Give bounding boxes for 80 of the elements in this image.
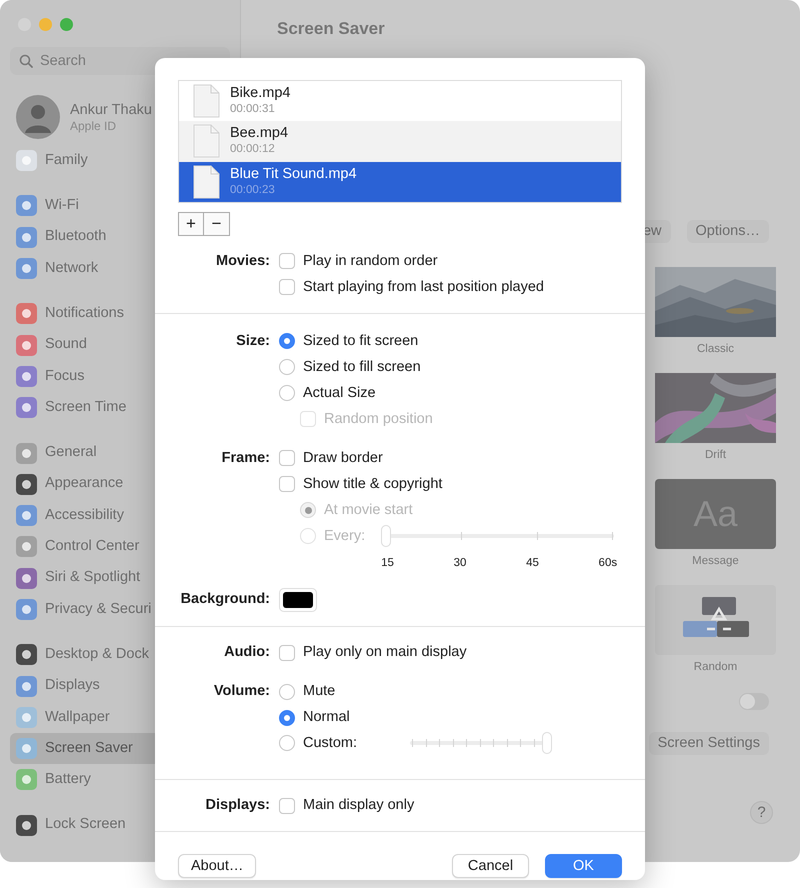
preview-label: Drift [704, 448, 728, 463]
option-label: Start playing from last position played [303, 278, 544, 297]
option-label: Sized to fill screen [303, 358, 421, 377]
file-name: Bike.mp4 [230, 85, 290, 102]
add-button[interactable]: + [178, 212, 204, 236]
toolbar-button[interactable]: Options… [686, 220, 769, 243]
field-label: Frame: [220, 448, 270, 468]
option-label: Actual Size [303, 384, 376, 403]
file-row[interactable]: Bike.mp4 00:00:31 [179, 81, 621, 122]
file-row[interactable]: Blue Tit Sound.mp4 00:00:23 [179, 162, 621, 202]
sidebar-item[interactable]: Focus [10, 360, 230, 392]
option-label: Draw border [303, 448, 383, 468]
dialog-button[interactable]: About… [178, 854, 256, 878]
option-label: Sized to fit screen [303, 332, 418, 351]
option-label: At movie start [324, 500, 413, 520]
avatar-icon [16, 95, 60, 139]
sidebar-item[interactable]: Accessibility [10, 500, 230, 532]
remove-button[interactable]: − [204, 212, 230, 236]
field-label: Size: [235, 332, 270, 351]
dialog-button[interactable]: OK [545, 854, 622, 878]
file-name: Blue Tit Sound.mp4 [230, 166, 357, 183]
checkbox[interactable] [279, 450, 295, 466]
tick-label: 30 [454, 556, 466, 571]
tick-label: 15 [381, 556, 394, 571]
zoom-button[interactable] [60, 18, 73, 31]
field-label: Background: [180, 590, 270, 610]
radio-button[interactable] [279, 333, 295, 350]
page-title: Screen Saver [276, 18, 386, 40]
color-well[interactable] [279, 588, 317, 612]
checkbox[interactable] [279, 798, 295, 814]
radio-button[interactable] [279, 684, 295, 700]
file-name: Bee.mp4 [230, 125, 288, 142]
preview-label: Random [692, 660, 738, 675]
option-label: Play only on main display [303, 642, 467, 662]
option-label: Mute [303, 682, 336, 701]
radio-button[interactable] [279, 710, 295, 726]
option-label: Main display only [303, 796, 414, 815]
preview-label: Classic [696, 342, 736, 357]
option-label: Custom: [303, 734, 357, 754]
settings-button[interactable]: Screen Settings [648, 732, 769, 755]
field-label: Volume: [212, 682, 270, 702]
radio-button[interactable] [279, 735, 295, 752]
field-label: Displays: [204, 796, 270, 816]
account-name: Ankur Thaku [70, 101, 152, 119]
checkbox[interactable] [279, 476, 295, 492]
tick-label: 45 [526, 556, 539, 571]
sidebar-item[interactable]: Sound [10, 329, 230, 361]
file-duration: 00:00:31 [230, 102, 276, 118]
file-row[interactable]: Bee.mp4 00:00:12 [179, 121, 621, 162]
option-label: Random position [324, 410, 433, 429]
search-icon [19, 54, 33, 68]
sidebar-item[interactable]: Wallpaper [10, 702, 230, 734]
document-icon [193, 164, 220, 199]
checkbox[interactable] [279, 253, 295, 270]
tick-label: 60s [598, 556, 618, 571]
option-label: Show title & copyright [303, 474, 442, 494]
help-button[interactable]: ? [750, 801, 773, 824]
file-duration: 00:00:23 [230, 182, 276, 198]
dialog-button[interactable]: Cancel [452, 854, 529, 878]
preview-label: Message [691, 554, 740, 569]
sidebar-item[interactable]: Notifications [10, 298, 230, 330]
checkbox[interactable] [279, 279, 295, 296]
sidebar-item[interactable]: Battery [10, 764, 230, 796]
sidebar-item[interactable]: Appearance [10, 468, 230, 500]
option-label: Every: [324, 526, 366, 546]
file-duration: 00:00:12 [230, 142, 276, 158]
checkbox[interactable] [279, 644, 295, 661]
field-label: Audio: [223, 643, 270, 662]
document-icon [193, 124, 220, 158]
field-label: Movies: [215, 252, 270, 271]
toggle-switch[interactable] [739, 693, 769, 710]
radio-button[interactable] [279, 359, 295, 376]
account-subtitle: Apple ID [70, 119, 118, 133]
document-icon [193, 84, 220, 118]
option-label: Normal [303, 708, 350, 727]
option-label: Play in random order [303, 252, 438, 271]
radio-button[interactable] [279, 385, 295, 402]
sidebar-item[interactable]: Control Center [10, 531, 230, 563]
sidebar-item[interactable]: Screen Time [10, 392, 230, 424]
minimize-button[interactable] [39, 18, 52, 31]
